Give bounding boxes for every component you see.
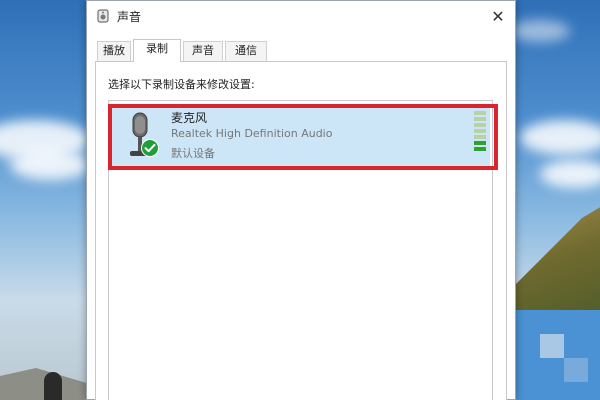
pixelated-block [540, 334, 564, 358]
cloud [510, 20, 570, 42]
device-list[interactable]: 麦克风 Realtek High Definition Audio 默认设备 [108, 100, 493, 400]
green-check-icon [141, 139, 159, 157]
tab-strip: 播放 录制 声音 通信 [95, 39, 505, 62]
recording-panel: 选择以下录制设备来修改设置: 麦克风 Realtek High Definiti… [95, 61, 507, 400]
level-segment [474, 123, 486, 127]
device-row-microphone[interactable]: 麦克风 Realtek High Definition Audio 默认设备 [111, 105, 490, 169]
instruction-text: 选择以下录制设备来修改设置: [108, 78, 255, 91]
window-title: 声音 [117, 10, 142, 24]
cloud [520, 120, 600, 155]
tab-label: 声音 [192, 44, 214, 57]
tab-playback[interactable]: 播放 [97, 41, 131, 61]
tab-label: 通信 [235, 44, 257, 57]
title-bar[interactable]: 声音 ✕ [87, 1, 515, 31]
level-segment [474, 111, 486, 115]
tab-sounds[interactable]: 声音 [183, 41, 223, 61]
level-segment [474, 141, 486, 145]
device-driver: Realtek High Definition Audio [171, 127, 333, 140]
cloud [540, 160, 600, 188]
pixelated-block [564, 358, 588, 382]
person-silhouette [44, 372, 62, 400]
cloud [10, 150, 90, 180]
speaker-icon [97, 9, 109, 23]
device-name: 麦克风 [171, 111, 208, 125]
tab-recording[interactable]: 录制 [133, 39, 181, 62]
sound-dialog: 声音 ✕ 播放 录制 声音 通信 选择以下录制设备来修改设置: 麦克风 Real… [86, 0, 516, 400]
hillside [516, 200, 600, 320]
close-button[interactable]: ✕ [487, 5, 509, 27]
level-segment [474, 135, 486, 139]
level-segment [474, 129, 486, 133]
device-status: 默认设备 [171, 147, 215, 160]
level-segment [474, 117, 486, 121]
level-segment [474, 147, 486, 151]
close-icon: ✕ [491, 6, 505, 26]
tab-label: 播放 [103, 44, 125, 57]
level-meter [474, 111, 486, 151]
tab-label: 录制 [146, 42, 168, 55]
tab-communications[interactable]: 通信 [225, 41, 267, 61]
